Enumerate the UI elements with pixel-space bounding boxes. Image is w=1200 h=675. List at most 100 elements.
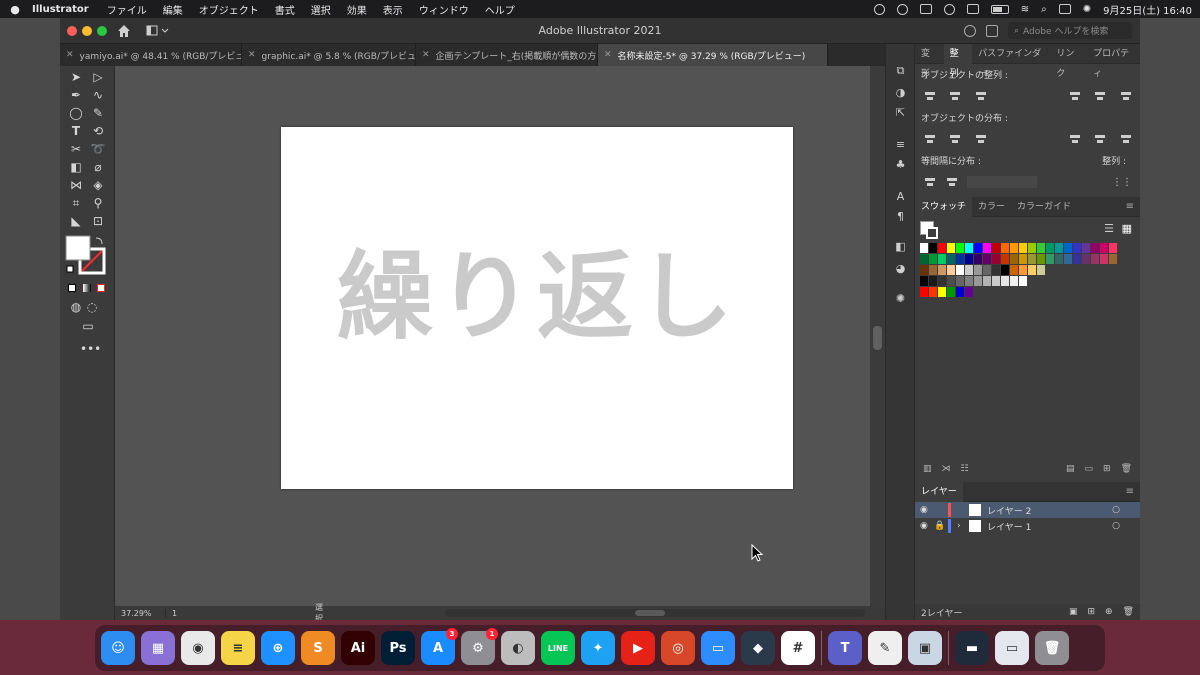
close-tab-icon[interactable]: ✕ bbox=[422, 50, 430, 60]
layer-target-icon[interactable]: ○ bbox=[1112, 505, 1140, 515]
zoom-tool-icon[interactable]: ⚲ bbox=[90, 195, 106, 211]
color-swatch[interactable] bbox=[992, 243, 1000, 253]
menu-window[interactable]: ウィンドウ bbox=[411, 2, 477, 17]
menu-view[interactable]: 表示 bbox=[375, 2, 411, 17]
menu-help[interactable]: ヘルプ bbox=[477, 2, 523, 17]
screen-mode-icon[interactable]: ▭ bbox=[80, 318, 96, 334]
draw-mode-icon[interactable]: ◍ bbox=[68, 299, 84, 315]
color-swatch[interactable] bbox=[938, 254, 946, 264]
color-swatch[interactable] bbox=[956, 243, 964, 253]
color-swatch[interactable] bbox=[1001, 243, 1009, 253]
pen-tool-icon[interactable]: ✒ bbox=[68, 87, 84, 103]
lasso-tool-icon[interactable]: ➰ bbox=[90, 141, 106, 157]
paintbrush-tool-icon[interactable]: ✎ bbox=[90, 105, 106, 121]
brushes-panel-icon[interactable]: ✺ bbox=[893, 292, 908, 306]
battery-icon[interactable] bbox=[990, 4, 1009, 14]
color-swatch[interactable] bbox=[974, 276, 982, 286]
color-swatch[interactable] bbox=[1037, 265, 1045, 275]
color-swatch[interactable] bbox=[947, 287, 955, 297]
delete-swatch-icon[interactable]: 🗑 bbox=[1121, 464, 1140, 480]
align-to-selector-icon[interactable]: ⋮⋮ bbox=[1112, 177, 1132, 188]
spacing-value-field[interactable] bbox=[967, 176, 1037, 188]
appearance-panel-icon[interactable]: ◑ bbox=[893, 86, 908, 100]
layer-row[interactable]: ◉ レイヤー 2 ○ bbox=[915, 502, 1140, 518]
color-swatch[interactable] bbox=[956, 265, 964, 275]
screen-icon[interactable] bbox=[919, 4, 932, 14]
color-swatch[interactable] bbox=[1028, 254, 1036, 264]
artboard[interactable]: 繰り返し bbox=[281, 127, 793, 489]
new-sublayer-icon[interactable]: ⊞ bbox=[1087, 607, 1095, 617]
color-swatch[interactable] bbox=[956, 276, 964, 286]
color-swatch[interactable] bbox=[983, 276, 991, 286]
color-swatch[interactable] bbox=[938, 243, 946, 253]
menu-select[interactable]: 選択 bbox=[303, 2, 339, 17]
siri-icon[interactable]: ✺ bbox=[1083, 4, 1091, 15]
lock-icon[interactable]: 🔒 bbox=[934, 521, 948, 531]
color-swatch[interactable] bbox=[920, 287, 928, 297]
color-swatch[interactable] bbox=[1028, 265, 1036, 275]
vertical-distribute-space-icon[interactable] bbox=[923, 176, 937, 188]
dock-app-textedit[interactable]: ✎ bbox=[868, 631, 902, 665]
color-swatch[interactable] bbox=[1064, 243, 1072, 253]
menu-file[interactable]: ファイル bbox=[99, 2, 155, 17]
dock-app-app-store[interactable]: A3 bbox=[421, 628, 458, 665]
align-right-icon[interactable] bbox=[974, 90, 987, 102]
color-swatch[interactable] bbox=[1109, 254, 1117, 264]
color-swatch[interactable] bbox=[956, 254, 964, 264]
spotlight-icon[interactable]: ⌕ bbox=[1041, 4, 1047, 15]
color-swatch[interactable] bbox=[947, 254, 955, 264]
panel-menu-icon[interactable]: ≡ bbox=[1126, 201, 1134, 212]
selection-tool-icon[interactable]: ➤ bbox=[68, 69, 84, 85]
rotate-tool-icon[interactable]: ⟲ bbox=[90, 123, 106, 139]
play-icon[interactable] bbox=[943, 3, 955, 15]
dock-app-system-preferences[interactable]: ⚙ 1 bbox=[461, 628, 498, 665]
apple-menu-icon[interactable]: ● bbox=[0, 3, 30, 16]
delete-layer-icon[interactable]: 🗑 bbox=[1123, 607, 1134, 617]
horizontal-distribute-space-icon[interactable] bbox=[945, 176, 959, 188]
free-transform-tool-icon[interactable]: ⊡ bbox=[90, 213, 106, 229]
color-swatch[interactable] bbox=[1100, 243, 1108, 253]
dock-app-twitter[interactable]: ✦ bbox=[581, 631, 615, 665]
artboard-tool-icon[interactable]: ⌗ bbox=[68, 195, 84, 211]
distribute-bottom-icon[interactable] bbox=[974, 133, 987, 145]
visibility-eye-icon[interactable]: ◉ bbox=[920, 521, 934, 531]
color-swatch[interactable] bbox=[920, 243, 928, 253]
menu-datetime[interactable]: 9月25日(土) 16:40 bbox=[1103, 2, 1192, 17]
dock-app-mastodon[interactable]: ◐ bbox=[501, 631, 535, 665]
color-swatch[interactable] bbox=[1001, 276, 1009, 286]
wifi-icon[interactable]: ≋ bbox=[1021, 4, 1029, 15]
document-tab[interactable]: ✕ 企画テンプレート_右(掲載順が偶数の方).ai bbox=[416, 44, 598, 66]
color-swatch[interactable] bbox=[947, 276, 955, 286]
color-swatch[interactable] bbox=[965, 254, 973, 264]
tab-links[interactable]: リンク bbox=[1050, 44, 1087, 79]
tab-layers[interactable]: レイヤー bbox=[915, 481, 963, 502]
color-swatch[interactable] bbox=[1082, 243, 1090, 253]
home-icon[interactable] bbox=[117, 24, 131, 38]
ellipse-tool-icon[interactable]: ◯ bbox=[68, 105, 84, 121]
color-swatch[interactable] bbox=[1055, 243, 1063, 253]
dock-app-app-dark[interactable]: ◆ bbox=[741, 631, 775, 665]
menu-edit[interactable]: 編集 bbox=[155, 2, 191, 17]
distribute-left-icon[interactable] bbox=[1068, 133, 1081, 145]
color-swatch[interactable] bbox=[938, 276, 946, 286]
menu-effect[interactable]: 効果 bbox=[339, 2, 375, 17]
tab-pathfinder[interactable]: パスファインダー bbox=[972, 44, 1050, 79]
color-swatch[interactable] bbox=[1010, 276, 1018, 286]
make-clipping-mask-icon[interactable]: ▣ bbox=[1069, 607, 1078, 617]
document-tab[interactable]: ✕ yamiyo.ai* @ 48.41 % (RGB/プレビュ... bbox=[60, 44, 242, 66]
color-swatch[interactable] bbox=[956, 287, 964, 297]
distribute-top-icon[interactable] bbox=[923, 133, 936, 145]
color-swatch[interactable] bbox=[1037, 254, 1045, 264]
color-swatch[interactable] bbox=[1019, 265, 1027, 275]
color-swatch[interactable] bbox=[1001, 265, 1009, 275]
graphic-styles-panel-icon[interactable]: ◕ bbox=[893, 262, 908, 276]
close-tab-icon[interactable]: ✕ bbox=[66, 50, 74, 60]
close-tab-icon[interactable]: ✕ bbox=[248, 50, 256, 60]
fill-stroke-icon[interactable] bbox=[64, 234, 110, 278]
zoom-level-field[interactable]: 37.29% bbox=[115, 609, 165, 618]
color-swatch[interactable] bbox=[1037, 243, 1045, 253]
swatch-recolor-icon[interactable]: ☷ bbox=[961, 464, 969, 480]
color-swatch[interactable] bbox=[1019, 254, 1027, 264]
dock-app-launchpad[interactable]: ▦ bbox=[141, 631, 175, 665]
slice-tool-icon[interactable]: ◣ bbox=[68, 213, 84, 229]
